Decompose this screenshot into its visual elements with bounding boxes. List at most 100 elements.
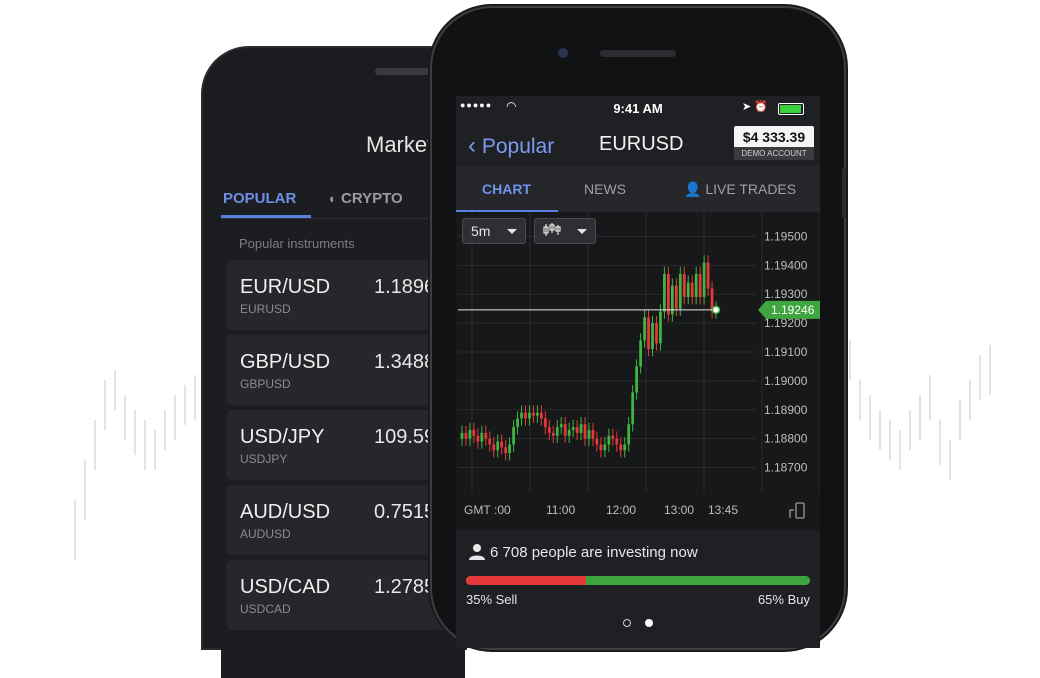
candle-body [492, 444, 496, 451]
candle-body [694, 274, 698, 298]
tab-chart[interactable]: CHART [482, 181, 531, 197]
phone-screen: ●●●●● ◠ 9:41 AM ➤ ⏰ ‹ Popular EURUSD $4 … [456, 96, 820, 648]
candle-body [706, 262, 710, 289]
candle-body [623, 444, 627, 451]
instrument-name: GBP/USD [240, 351, 331, 373]
y-tick-label: 1.18800 [764, 432, 808, 446]
y-tick-label: 1.18700 [764, 461, 808, 475]
section-label: Popular instruments [239, 236, 355, 251]
candle-body [476, 435, 480, 442]
y-tick-label: 1.19400 [764, 258, 808, 272]
person-icon: 👤 [684, 181, 702, 197]
tab-popular[interactable]: POPULAR [223, 190, 296, 207]
candle-body [559, 424, 563, 428]
candle-body [639, 340, 642, 367]
balance-badge[interactable]: $4 333.39 DEMO ACCOUNT [734, 126, 814, 164]
candlestick-icon [543, 223, 561, 240]
investing-count: 6 708 people are investing now [490, 544, 698, 561]
candle-body [500, 441, 504, 448]
instrument-name: AUD/USD [240, 501, 331, 523]
camera [558, 48, 568, 58]
instrument-title: EURUSD [599, 133, 684, 155]
page-indicator [456, 614, 820, 632]
candle-body [698, 274, 702, 298]
instrument-row[interactable]: AUD/USD AUDUSD 0.7515 [226, 485, 465, 555]
nav-bar: ‹ Popular EURUSD $4 333.39 DEMO ACCOUNT [456, 120, 820, 166]
interval-dropdown[interactable]: 5m [462, 218, 526, 244]
instrument-row[interactable]: USD/CAD USDCAD 1.2785 [226, 560, 465, 630]
balance-value: $4 333.39 [734, 126, 814, 147]
sell-portion [466, 576, 587, 585]
tab-crypto-label: CRYPTO [341, 190, 403, 207]
page-title: Market [366, 132, 434, 157]
side-button [842, 168, 846, 218]
candle-body [603, 444, 607, 451]
instrument-symbol: AUDUSD [240, 527, 291, 541]
person-icon [469, 544, 485, 560]
tab-news[interactable]: NEWS [584, 181, 626, 197]
back-button[interactable]: ‹ Popular [468, 132, 554, 160]
candle-body [460, 432, 464, 439]
candle-body [674, 285, 678, 309]
page-dot-active[interactable] [645, 619, 654, 627]
crypto-icon: ◐ [329, 191, 337, 206]
current-price-label: 1.19246 [771, 303, 815, 317]
candle-body [468, 430, 472, 439]
instrument-name: USD/JPY [240, 426, 325, 448]
candlestick-chart: 1.195001.194001.193001.192001.191001.190… [458, 212, 820, 517]
market-tabs: POPULAR ◐ CRYPTO [221, 178, 465, 219]
instrument-row[interactable]: EUR/USD EURUSD 1.1896 [226, 260, 465, 330]
candle-body [512, 427, 515, 445]
instrument-price: 0.7515 [374, 501, 436, 523]
instrument-symbol: USDJPY [240, 452, 288, 466]
candle-body [555, 427, 559, 436]
candle-body [666, 274, 670, 315]
candle-body [627, 424, 631, 445]
battery-icon [778, 103, 804, 115]
candle-body [595, 438, 599, 445]
candle-body [587, 430, 591, 439]
chevron-down-icon [507, 229, 517, 234]
y-tick-label: 1.19000 [764, 374, 808, 388]
instrument-symbol: USDCAD [240, 602, 291, 616]
candle-body [599, 444, 603, 451]
candle-body [532, 412, 535, 416]
y-tick-label: 1.19500 [764, 229, 808, 243]
instrument-price: 109.59 [374, 426, 436, 448]
candle-body [496, 441, 500, 451]
candle-body [547, 427, 551, 433]
layout-toggle-icon[interactable] [788, 502, 810, 520]
candle-body [488, 438, 492, 445]
investing-panel: 6 708 people are investing now 35% Sell … [456, 530, 820, 648]
candle-body [472, 430, 476, 436]
instrument-price: 1.3488 [374, 351, 436, 373]
x-tick-label: 12:00 [606, 503, 636, 517]
tab-crypto[interactable]: ◐ CRYPTO [329, 190, 403, 207]
sell-percentage: 35% Sell [466, 592, 518, 607]
status-bar: ●●●●● ◠ 9:41 AM ➤ ⏰ [456, 96, 820, 120]
candle-body [583, 424, 587, 439]
y-tick-label: 1.18900 [764, 403, 808, 417]
candle-body [563, 424, 567, 436]
chart-type-dropdown[interactable] [534, 218, 596, 244]
instrument-row[interactable]: USD/JPY USDJPY 109.59 [226, 410, 465, 480]
page-dot[interactable] [622, 619, 631, 627]
candle-body [615, 438, 619, 445]
candle-body [690, 282, 694, 298]
candle-body [686, 282, 690, 298]
candle-body [575, 427, 579, 433]
instrument-row[interactable]: GBP/USD GBPUSD 1.3488 [226, 335, 465, 405]
tab-live-trades[interactable]: 👤 LIVE TRADES [684, 181, 796, 198]
tab-live-trades-label: LIVE TRADES [705, 181, 797, 197]
candle-body [678, 274, 682, 309]
location-alarm-icons: ➤ ⏰ [742, 101, 768, 113]
candle-body [516, 418, 519, 428]
x-tick-label: 13:45 [708, 503, 738, 517]
account-type: DEMO ACCOUNT [734, 147, 814, 160]
price-chart[interactable]: 1.19500 1.19400 1.19300 1.19200 1.19100 1.190… [456, 212, 820, 530]
candle-body [528, 412, 531, 419]
back-phone: Market POPULAR ◐ CRYPTO Popular instrume… [203, 48, 465, 678]
candle-body [484, 432, 488, 439]
candle-body [464, 432, 468, 439]
candle-body [619, 444, 623, 451]
